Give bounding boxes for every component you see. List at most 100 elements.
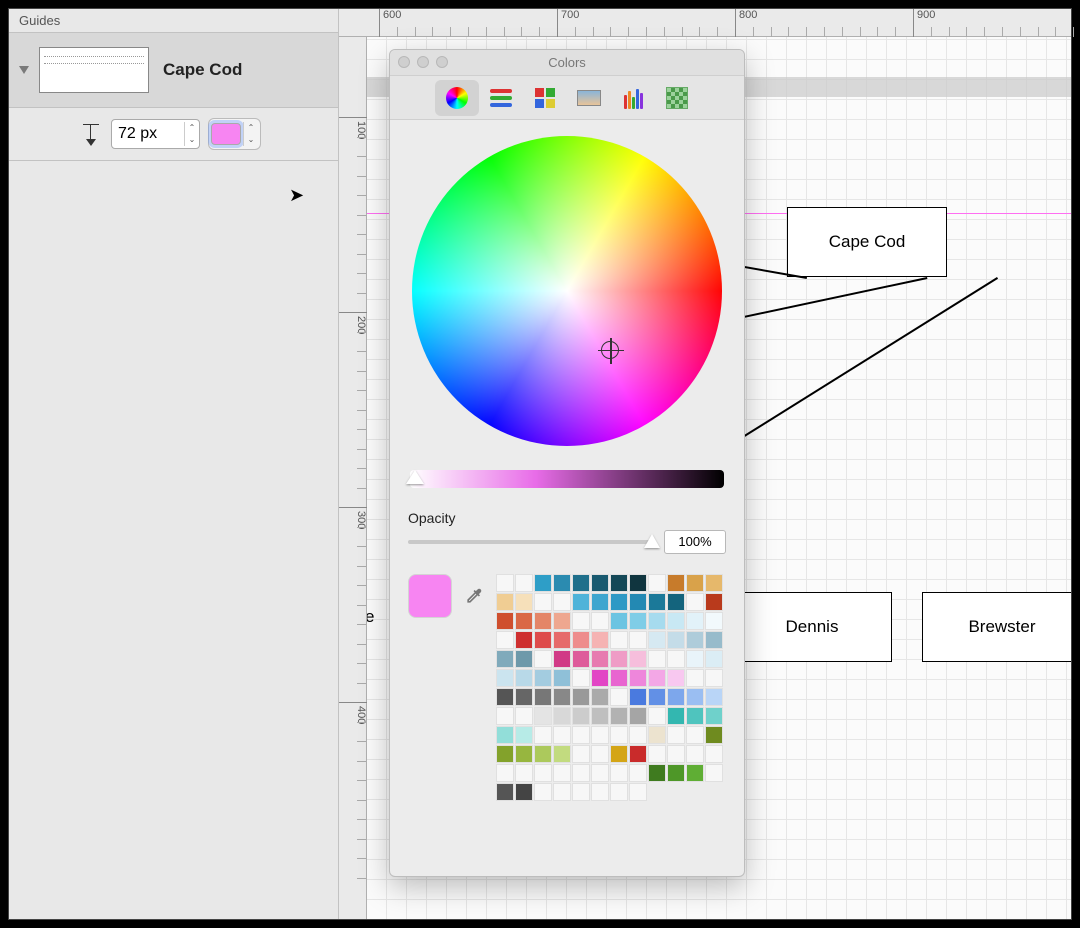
palette-swatch[interactable] xyxy=(591,688,609,706)
palette-swatch[interactable] xyxy=(610,574,628,592)
palette-swatch[interactable] xyxy=(667,631,685,649)
palette-swatch[interactable] xyxy=(629,593,647,611)
palette-swatch[interactable] xyxy=(686,650,704,668)
minimize-icon[interactable] xyxy=(417,56,429,68)
palette-swatch[interactable] xyxy=(667,707,685,725)
palette-swatch[interactable] xyxy=(629,650,647,668)
palette-swatch[interactable] xyxy=(496,593,514,611)
palette-swatch[interactable] xyxy=(572,764,590,782)
palette-swatch[interactable] xyxy=(572,745,590,763)
brightness-thumb[interactable] xyxy=(406,470,424,484)
palette-swatch[interactable] xyxy=(610,593,628,611)
palette-swatch[interactable] xyxy=(686,764,704,782)
palette-swatch[interactable] xyxy=(534,688,552,706)
palette-swatch[interactable] xyxy=(515,783,533,801)
palette-swatch[interactable] xyxy=(572,669,590,687)
palette-swatch[interactable] xyxy=(553,688,571,706)
color-wheel[interactable] xyxy=(412,136,722,446)
palette-swatch[interactable] xyxy=(553,612,571,630)
palette-swatch[interactable] xyxy=(648,669,666,687)
stepper-down-icon[interactable]: ⌄ xyxy=(244,134,258,146)
canvas-node[interactable]: Cape Cod xyxy=(787,207,947,277)
palette-swatch[interactable] xyxy=(686,631,704,649)
palette-swatch[interactable] xyxy=(705,669,723,687)
palette-swatch[interactable] xyxy=(515,631,533,649)
palette-swatch[interactable] xyxy=(610,612,628,630)
wheel-reticle-icon[interactable] xyxy=(601,341,619,359)
palette-swatch[interactable] xyxy=(591,745,609,763)
palette-swatch[interactable] xyxy=(515,669,533,687)
guide-row[interactable]: Cape Cod xyxy=(9,33,338,108)
palette-swatch[interactable] xyxy=(515,650,533,668)
palette-swatch[interactable] xyxy=(667,745,685,763)
tab-pattern[interactable] xyxy=(655,80,699,116)
palette-swatch[interactable] xyxy=(553,726,571,744)
palette-swatch[interactable] xyxy=(496,688,514,706)
palette-swatch[interactable] xyxy=(496,631,514,649)
opacity-slider[interactable] xyxy=(408,540,654,544)
palette-swatch[interactable] xyxy=(667,764,685,782)
palette-swatch[interactable] xyxy=(629,574,647,592)
palette-swatch[interactable] xyxy=(591,669,609,687)
stepper-down-icon[interactable]: ⌄ xyxy=(185,134,199,146)
palette-swatch[interactable] xyxy=(572,574,590,592)
palette-swatch[interactable] xyxy=(610,745,628,763)
palette-swatch[interactable] xyxy=(591,612,609,630)
palette-swatch[interactable] xyxy=(667,593,685,611)
palette-swatch[interactable] xyxy=(534,631,552,649)
palette-swatch[interactable] xyxy=(515,688,533,706)
palette-swatch[interactable] xyxy=(534,650,552,668)
palette-swatch[interactable] xyxy=(553,650,571,668)
offset-stepper[interactable]: ⌃⌄ xyxy=(184,122,199,146)
palette-swatch[interactable] xyxy=(591,783,609,801)
palette-swatch[interactable] xyxy=(629,688,647,706)
palette-swatch[interactable] xyxy=(553,574,571,592)
palette-swatch[interactable] xyxy=(686,574,704,592)
tab-pencils[interactable] xyxy=(611,80,655,116)
palette-swatch[interactable] xyxy=(648,612,666,630)
palette-swatch[interactable] xyxy=(667,726,685,744)
opacity-thumb[interactable] xyxy=(644,534,660,548)
palette-swatch[interactable] xyxy=(572,688,590,706)
palette-swatch[interactable] xyxy=(496,764,514,782)
palette-swatch[interactable] xyxy=(648,574,666,592)
palette-swatch[interactable] xyxy=(705,574,723,592)
palette-swatch[interactable] xyxy=(496,650,514,668)
palette-swatch[interactable] xyxy=(705,631,723,649)
palette-swatch[interactable] xyxy=(572,612,590,630)
disclosure-triangle-icon[interactable] xyxy=(19,66,29,74)
palette-swatch[interactable] xyxy=(553,593,571,611)
ruler-horizontal[interactable]: 600700800900 xyxy=(339,9,1071,37)
tab-palettes[interactable] xyxy=(523,80,567,116)
palette-swatch[interactable] xyxy=(553,707,571,725)
palette-swatch[interactable] xyxy=(515,707,533,725)
palette-swatch[interactable] xyxy=(534,574,552,592)
palette-swatch[interactable] xyxy=(686,707,704,725)
palette-swatch[interactable] xyxy=(553,783,571,801)
palette-swatch[interactable] xyxy=(591,764,609,782)
palette-swatch[interactable] xyxy=(705,593,723,611)
palette-swatch[interactable] xyxy=(496,783,514,801)
palette-swatch[interactable] xyxy=(572,783,590,801)
palette-swatch[interactable] xyxy=(572,631,590,649)
palette-swatch[interactable] xyxy=(686,688,704,706)
palette-swatch[interactable] xyxy=(496,707,514,725)
palette-swatch[interactable] xyxy=(534,726,552,744)
ruler-vertical[interactable]: 100200300400 xyxy=(339,37,367,919)
guide-color-well[interactable] xyxy=(211,123,241,145)
palette-swatch[interactable] xyxy=(629,612,647,630)
palette-swatch[interactable] xyxy=(534,745,552,763)
palette-swatch[interactable] xyxy=(534,593,552,611)
palette-swatch[interactable] xyxy=(496,726,514,744)
palette-swatch[interactable] xyxy=(534,669,552,687)
palette-swatch[interactable] xyxy=(686,726,704,744)
palette-swatch[interactable] xyxy=(496,612,514,630)
palette-swatch[interactable] xyxy=(686,612,704,630)
palette-swatch[interactable] xyxy=(648,650,666,668)
palette-swatch[interactable] xyxy=(629,669,647,687)
colors-titlebar[interactable]: Colors xyxy=(390,50,744,76)
brightness-slider[interactable] xyxy=(410,470,724,488)
palette-swatch[interactable] xyxy=(515,726,533,744)
palette-swatch[interactable] xyxy=(629,631,647,649)
palette-swatch[interactable] xyxy=(629,707,647,725)
